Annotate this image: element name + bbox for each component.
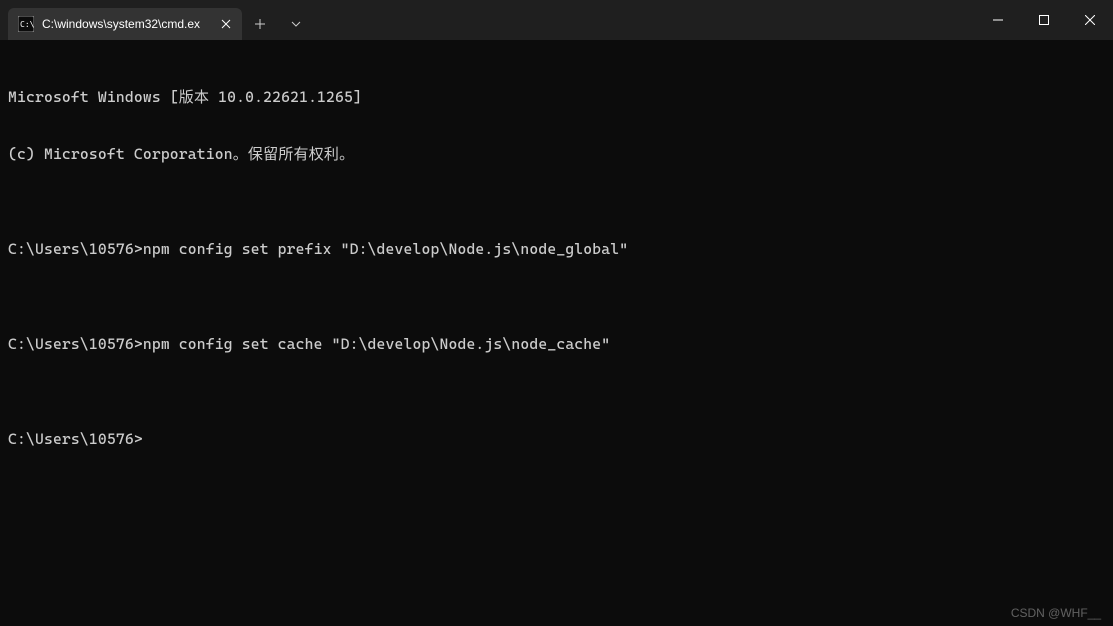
minimize-icon: [993, 15, 1003, 25]
tab-close-button[interactable]: [218, 16, 234, 32]
close-window-button[interactable]: [1067, 0, 1113, 40]
maximize-icon: [1039, 15, 1049, 25]
chevron-down-icon: [291, 21, 301, 27]
watermark: CSDN @WHF__: [1011, 606, 1101, 620]
window-controls: [975, 0, 1113, 40]
titlebar: C:\ C:\windows\system32\cmd.ex: [0, 0, 1113, 40]
minimize-button[interactable]: [975, 0, 1021, 40]
terminal-output[interactable]: Microsoft Windows [版本 10.0.22621.1265] (…: [0, 40, 1113, 626]
terminal-line: C:\Users\10576>npm config set cache "D:\…: [8, 335, 1105, 354]
tab-title: C:\windows\system32\cmd.ex: [42, 17, 214, 31]
tab-strip: C:\ C:\windows\system32\cmd.ex: [0, 0, 242, 40]
svg-text:C:\: C:\: [20, 20, 34, 29]
new-tab-button[interactable]: [242, 8, 278, 40]
tab-dropdown-button[interactable]: [278, 8, 314, 40]
close-icon: [1085, 15, 1095, 25]
plus-icon: [254, 18, 266, 30]
close-icon: [221, 19, 231, 29]
terminal-prompt: C:\Users\10576>: [8, 430, 1105, 449]
terminal-line: (c) Microsoft Corporation。保留所有权利。: [8, 145, 1105, 164]
cmd-icon: C:\: [18, 16, 34, 32]
tab-cmd[interactable]: C:\ C:\windows\system32\cmd.ex: [8, 8, 242, 40]
tab-actions: [242, 0, 314, 40]
terminal-line: C:\Users\10576>npm config set prefix "D:…: [8, 240, 1105, 259]
terminal-line: Microsoft Windows [版本 10.0.22621.1265]: [8, 88, 1105, 107]
titlebar-drag-area[interactable]: [314, 0, 975, 40]
maximize-button[interactable]: [1021, 0, 1067, 40]
